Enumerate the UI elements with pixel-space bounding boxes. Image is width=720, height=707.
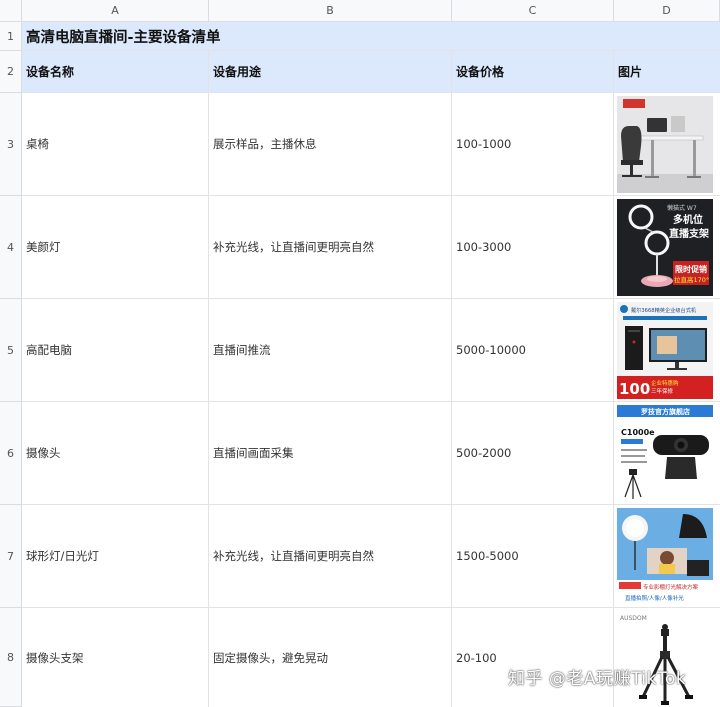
header-image[interactable]: 图片	[614, 51, 720, 93]
ring-light-line3-text: 限时促销	[675, 264, 707, 274]
watermark-text: 知乎 @老A玩赚TikTok	[508, 669, 687, 689]
column-header-c[interactable]: C	[452, 0, 614, 22]
desk-chair-photo-icon	[617, 96, 713, 193]
webcam-model-text: C1000e	[621, 428, 655, 437]
row-header-1[interactable]: 1	[0, 22, 22, 51]
cell-device-price[interactable]: 1500-5000	[452, 505, 614, 608]
header-device-name[interactable]: 设备名称	[22, 51, 209, 93]
pc-big-number-text: 100	[619, 380, 650, 398]
header-device-price[interactable]: 设备价格	[452, 51, 614, 93]
pc-line1-text: 戴尔3668精英企业级台式机	[631, 306, 697, 314]
cell-device-name[interactable]: 摄像头支架	[22, 608, 209, 707]
cell-device-name[interactable]: 摄像头	[22, 402, 209, 505]
row-header-6[interactable]: 6	[0, 402, 22, 505]
ring-light-line4-text: 拉直高170°	[674, 275, 709, 284]
row-header-8[interactable]: 8	[0, 608, 22, 707]
webcam-photo-icon: 罗技官方旗舰店 C1000e	[617, 405, 713, 502]
column-header-a[interactable]: A	[22, 0, 209, 22]
cell-device-purpose[interactable]: 补充光线，让直播间更明亮自然	[209, 196, 452, 299]
header-device-purpose[interactable]: 设备用途	[209, 51, 452, 93]
cell-device-purpose[interactable]: 直播间推流	[209, 299, 452, 402]
tripod-photo-icon: AUSDOM	[617, 611, 713, 707]
cell-device-name[interactable]: 桌椅	[22, 93, 209, 196]
cell-device-price[interactable]: 5000-10000	[452, 299, 614, 402]
tripod-brand-text: AUSDOM	[620, 615, 647, 622]
ring-light-brand-text: 懒猫式 W7	[667, 204, 697, 212]
cell-device-purpose[interactable]: 直播间画面采集	[209, 402, 452, 505]
cell-device-price[interactable]: 100-3000	[452, 196, 614, 299]
pc-line2-text: 企业特惠购	[651, 379, 679, 387]
cell-device-price[interactable]: 500-2000	[452, 402, 614, 505]
row-header-2[interactable]: 2	[0, 51, 22, 93]
row-header-7[interactable]: 7	[0, 505, 22, 608]
spreadsheet: A B C D 1 2 3 4 5 6 7 8 高清电脑直播间-主要设备清单 设…	[0, 0, 720, 707]
ring-light-line1-text: 多机位	[673, 213, 703, 226]
sheet-title-cell[interactable]: 高清电脑直播间-主要设备清单	[22, 22, 720, 51]
cell-device-price[interactable]: 20-100	[452, 608, 614, 707]
webcam-store-text: 罗技官方旗舰店	[641, 407, 690, 416]
ball-light-photo-icon: 专业影棚灯光解决方案 直播拍照/人像/人像补光	[617, 508, 713, 605]
row-header-5[interactable]: 5	[0, 299, 22, 402]
desktop-pc-photo-icon: 戴尔3668精英企业级台式机 100 企业特惠购 三年保修	[617, 302, 713, 399]
cell-device-name[interactable]: 高配电脑	[22, 299, 209, 402]
ring-light-line2-text: 直播支架	[669, 227, 709, 240]
ball-light-line2-text: 直播拍照/人像/人像补光	[625, 594, 684, 602]
cell-device-purpose[interactable]: 补充光线，让直播间更明亮自然	[209, 505, 452, 608]
cell-device-name[interactable]: 美颜灯	[22, 196, 209, 299]
ring-light-photo-icon: 懒猫式 W7 多机位 直播支架 限时促销 拉直高170°	[617, 199, 713, 296]
cell-device-purpose[interactable]: 固定摄像头，避免晃动	[209, 608, 452, 707]
cell-device-name[interactable]: 球形灯/日光灯	[22, 505, 209, 608]
select-all-corner[interactable]	[0, 0, 22, 22]
ball-light-line1-text: 专业影棚灯光解决方案	[643, 583, 699, 591]
column-header-d[interactable]: D	[614, 0, 720, 22]
column-header-b[interactable]: B	[209, 0, 452, 22]
row-header-3[interactable]: 3	[0, 93, 22, 196]
cell-device-purpose[interactable]: 展示样品，主播休息	[209, 93, 452, 196]
pc-line3-text: 三年保修	[651, 387, 674, 395]
row-header-4[interactable]: 4	[0, 196, 22, 299]
cell-device-price[interactable]: 100-1000	[452, 93, 614, 196]
